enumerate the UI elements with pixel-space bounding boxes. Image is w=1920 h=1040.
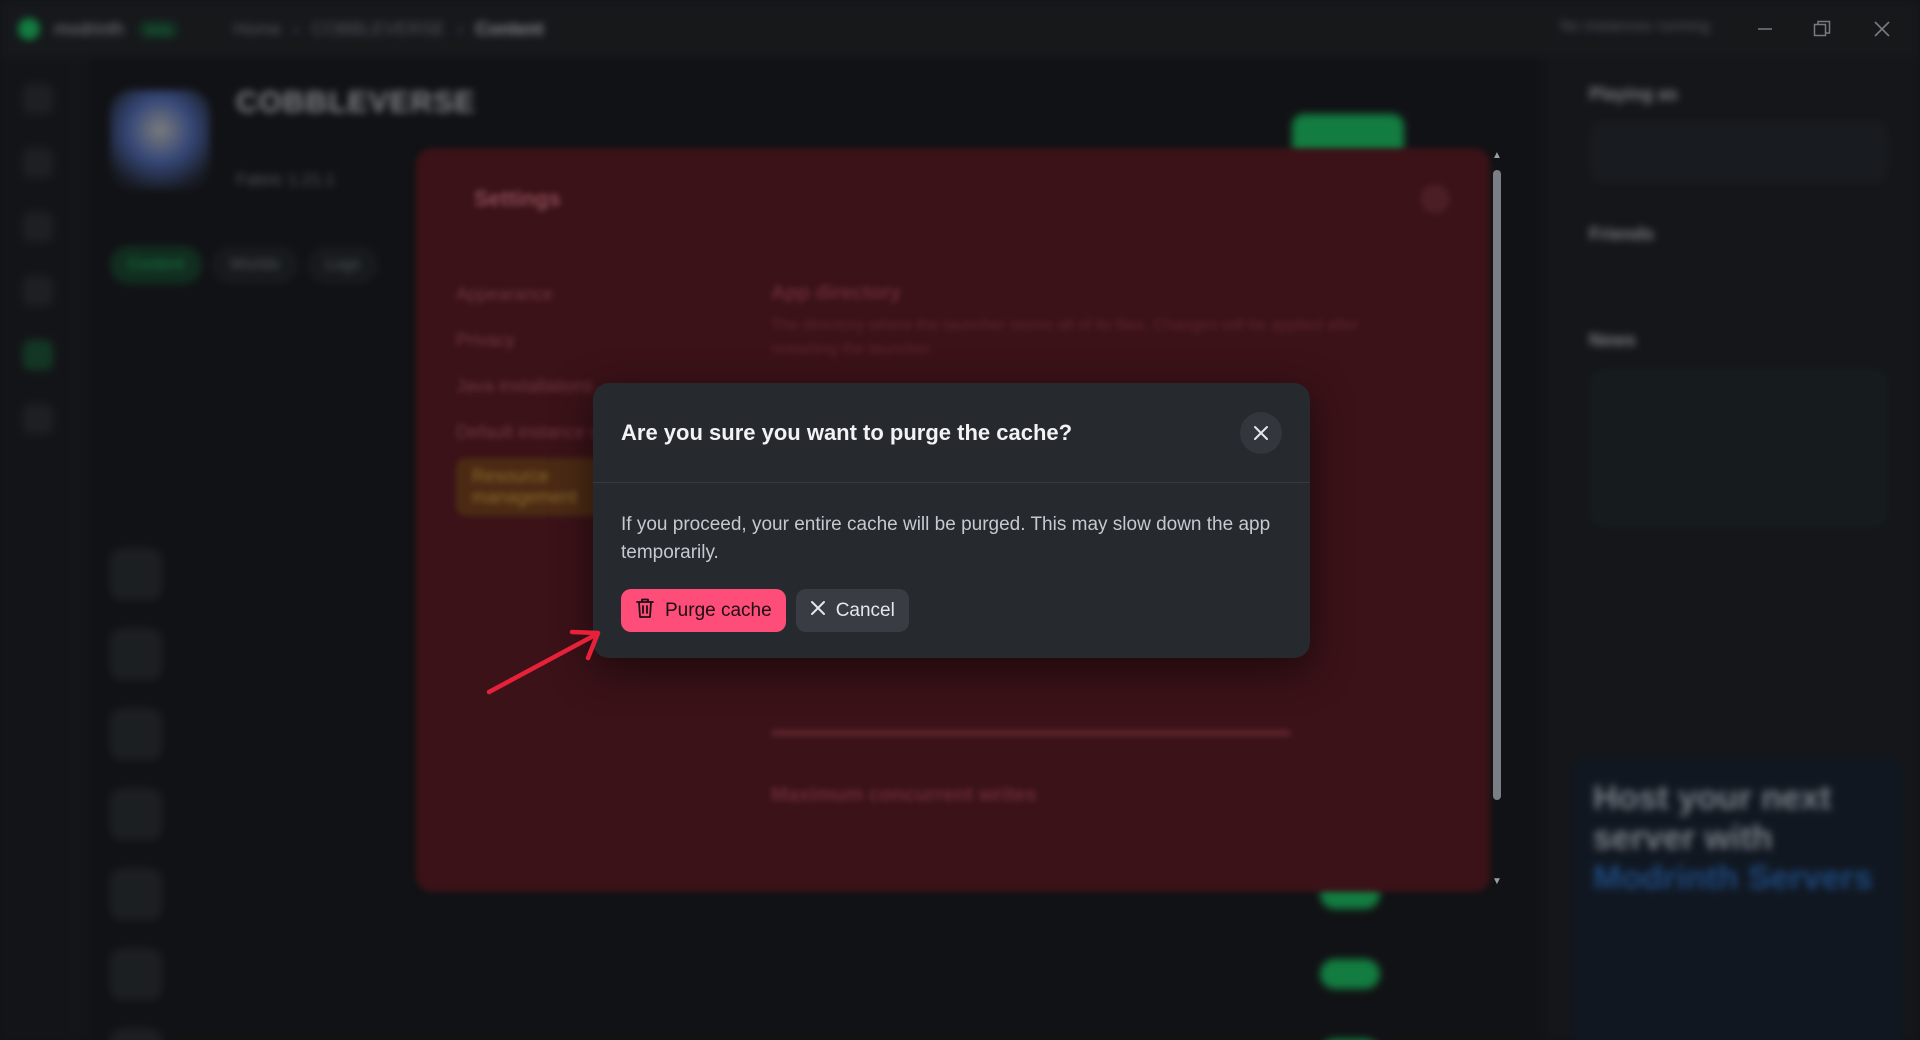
dialog-header: Are you sure you want to purge the cache… (593, 383, 1310, 483)
purge-cache-label: Purge cache (665, 599, 772, 621)
section2-title: Maximum concurrent writes (771, 784, 1037, 806)
purge-cache-dialog: Are you sure you want to purge the cache… (593, 383, 1310, 658)
trash-icon (635, 597, 655, 625)
cancel-label: Cancel (835, 599, 895, 621)
purge-cache-button[interactable]: Purge cache (621, 589, 786, 632)
annotation-arrow-icon (486, 629, 601, 695)
section-description: The directory where the launcher stores … (771, 317, 1359, 358)
scroll-down-icon[interactable]: ▼ (1492, 876, 1502, 887)
scroll-up-icon[interactable]: ▲ (1492, 150, 1502, 161)
settings-title: Settings (474, 186, 561, 211)
settings-close-icon[interactable] (1420, 184, 1450, 214)
settings-nav-appearance[interactable]: Appearance (456, 284, 656, 305)
concurrency-slider[interactable] (771, 730, 1291, 736)
dialog-message: If you proceed, your entire cache will b… (621, 514, 1271, 563)
scrollbar-thumb[interactable] (1493, 170, 1501, 800)
close-icon (810, 600, 826, 622)
settings-scrollbar[interactable]: ▲ ▼ (1490, 150, 1504, 890)
dialog-title: Are you sure you want to purge the cache… (621, 419, 1073, 445)
cancel-button[interactable]: Cancel (795, 589, 909, 632)
settings-nav-privacy[interactable]: Privacy (456, 330, 656, 351)
dialog-actions: Purge cache Cancel (621, 589, 1282, 632)
close-icon[interactable] (1240, 411, 1282, 454)
section-title: App directory (771, 282, 902, 304)
dialog-body: If you proceed, your entire cache will b… (593, 483, 1310, 632)
